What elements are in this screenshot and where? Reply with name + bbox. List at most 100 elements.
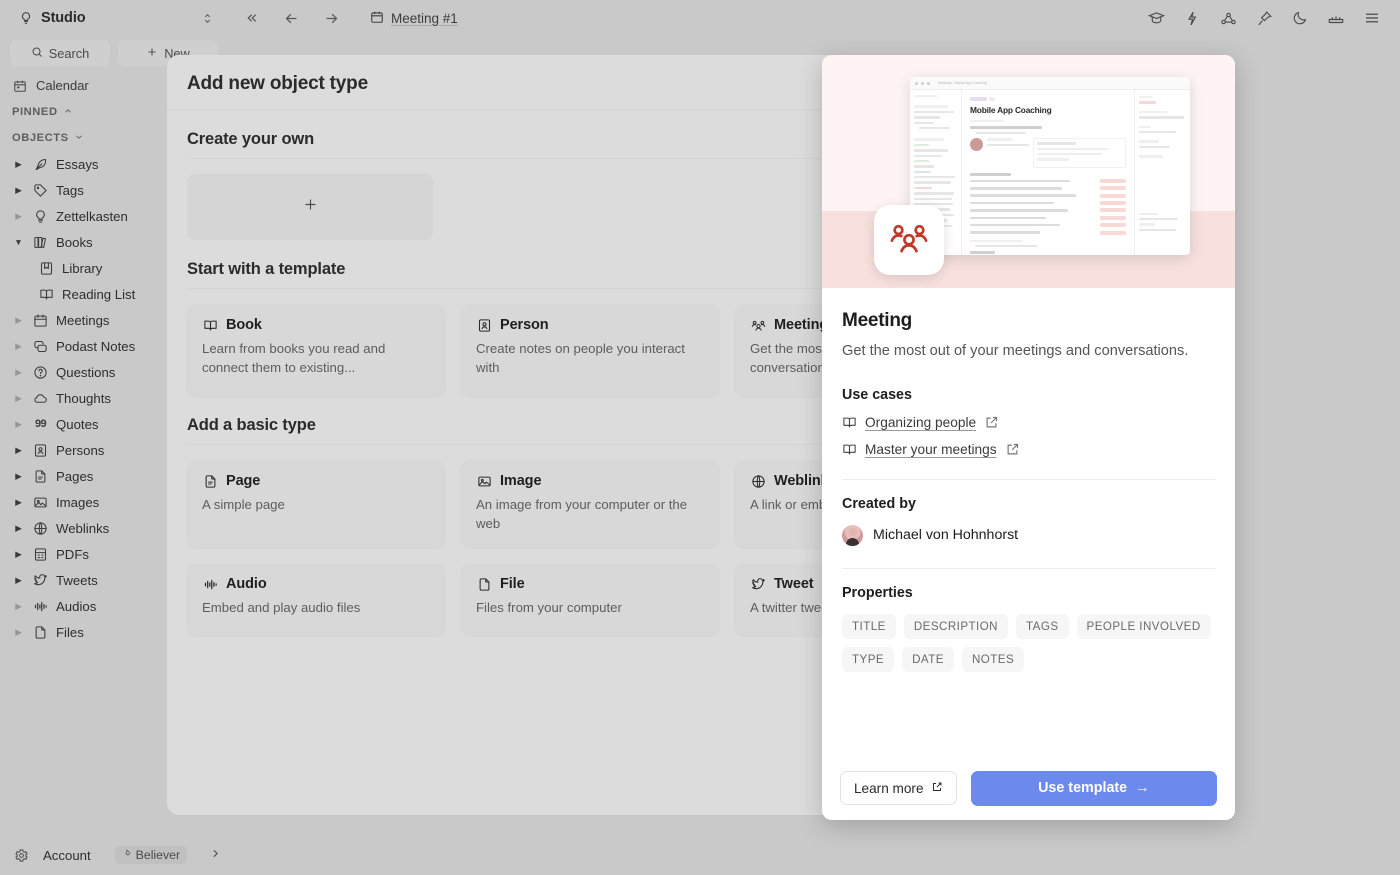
breadcrumb[interactable]: Meeting #1 [370,10,458,27]
expand-triangle-icon[interactable]: ▶ [12,186,25,195]
preview-properties [1134,90,1190,255]
topbar-workspace[interactable]: Studio [0,10,228,26]
bookmark-icon [38,261,55,276]
expand-triangle-icon[interactable]: ▶ [12,316,25,325]
property-chip: TAGS [1016,614,1069,639]
graph-icon[interactable] [1218,8,1238,28]
divider [842,568,1215,569]
expand-triangle-icon[interactable]: ▶ [12,342,25,351]
sidebar-item-label: Audios [56,599,96,614]
expand-triangle-icon[interactable]: ▶ [12,472,25,481]
modal-footer: Learn more Use template → [822,756,1235,820]
card-header: Image [476,473,704,489]
learn-more-button[interactable]: Learn more [840,771,957,805]
card-description: Embed and play audio files [202,599,430,618]
preview-person-row [970,138,1126,168]
expand-triangle-icon[interactable]: ▶ [12,628,25,637]
window-dot [921,82,924,85]
properties-heading: Properties [842,585,1215,601]
arrow-left-icon[interactable] [282,9,300,27]
status-badge[interactable]: Believer [115,846,187,864]
pin-icon[interactable] [1254,8,1274,28]
search-button[interactable]: Search [10,40,110,66]
type-card-audio[interactable]: Audio Embed and play audio files [187,563,445,635]
app-title: Studio [41,10,86,26]
expand-triangle-icon[interactable]: ▶ [12,420,25,429]
use-case-link[interactable]: Organizing people [842,415,1215,430]
collapse-left-icon[interactable] [242,9,260,27]
type-card-person[interactable]: Person Create notes on people you interac… [461,304,719,396]
arrow-right-icon[interactable] [322,9,340,27]
expand-triangle-icon[interactable]: ▶ [12,446,25,455]
properties-list: TITLEDESCRIPTIONTAGSPEOPLE INVOLVEDTYPED… [842,614,1215,672]
twitter-icon [750,576,766,592]
topbar-tools [1146,8,1400,28]
chat-icon [32,339,49,354]
type-card-file[interactable]: FileFiles from your computer [461,563,719,635]
sort-updown-icon[interactable] [201,12,214,25]
modal-body: Meeting Get the most out of your meeting… [822,288,1235,756]
gear-icon[interactable] [14,848,29,863]
use-case-label: Organizing people [865,415,976,430]
expand-triangle-icon[interactable]: ▶ [12,394,25,403]
card-title: Image [500,473,541,489]
sidebar-section-objects-label: OBJECTS [12,132,69,144]
external-link-icon [931,781,943,796]
collapse-triangle-icon[interactable]: ▼ [12,238,25,247]
type-card-image[interactable]: ImageAn image from your computer or the … [461,460,719,547]
sidebar-item-label: Tweets [56,573,98,588]
expand-triangle-icon[interactable]: ▶ [12,550,25,559]
sidebar-item-label: PDFs [56,547,89,562]
moon-icon[interactable] [1290,8,1310,28]
widget-icon[interactable] [1326,8,1346,28]
sidebar-item-label: Quotes [56,417,99,432]
graduation-cap-icon[interactable] [1146,8,1166,28]
twitter-icon [32,573,49,588]
expand-triangle-icon[interactable]: ▶ [12,576,25,585]
file-icon [32,625,49,640]
card-header: Person [476,317,704,333]
audio-icon [32,599,49,614]
account-label[interactable]: Account [43,848,91,863]
use-case-link[interactable]: Master your meetings [842,442,1215,457]
sidebar-item-label: Meetings [56,313,110,328]
card-description: Learn from books you read and connect th… [202,340,430,377]
card-title: Audio [226,576,267,592]
sidebar-item-label: Podast Notes [56,339,135,354]
sidebar-item-label: Thoughts [56,391,111,406]
shortcut-icon[interactable] [1182,8,1202,28]
book-open-icon [202,317,218,333]
card-description: Create notes on people you interact with [476,340,704,377]
card-title: Tweet [774,576,814,592]
expand-triangle-icon[interactable]: ▶ [12,212,25,221]
use-cases-heading: Use cases [842,387,1215,403]
preview-titlebar: Meetings / Mobile App Coaching [910,77,1190,90]
sidebar-item-label: Images [56,495,99,510]
menu-icon[interactable] [1362,8,1382,28]
lightbulb-icon [32,209,49,224]
calendar-icon [370,10,384,27]
use-template-button[interactable]: Use template → [971,771,1217,806]
breadcrumb-label: Meeting #1 [391,11,458,26]
divider [842,479,1215,480]
expand-triangle-icon[interactable]: ▶ [12,524,25,533]
book-open-icon [38,287,55,302]
file-icon [476,576,492,592]
expand-triangle-icon[interactable]: ▶ [12,368,25,377]
image-icon [476,473,492,489]
type-card-book[interactable]: BookLearn from books you read and connec… [187,304,445,396]
expand-triangle-icon[interactable]: ▶ [12,160,25,169]
type-card-page[interactable]: PageA simple page [187,460,445,547]
app-window: Studio Meeting #1 [0,0,1400,875]
image-icon [32,495,49,510]
sidebar-calendar-label: Calendar [36,78,89,93]
preview-body: Mobile App Coaching [910,90,1190,255]
expand-triangle-icon[interactable]: ▶ [12,498,25,507]
expand-triangle-icon[interactable]: ▶ [12,602,25,611]
search-button-label: Search [49,46,90,61]
chevron-right-icon[interactable] [209,847,222,863]
create-new-type-button[interactable] [187,174,433,240]
preview-content: Mobile App Coaching [962,90,1134,255]
sidebar-section-pinned-label: PINNED [12,106,58,118]
arrow-right-icon: → [1135,780,1149,796]
